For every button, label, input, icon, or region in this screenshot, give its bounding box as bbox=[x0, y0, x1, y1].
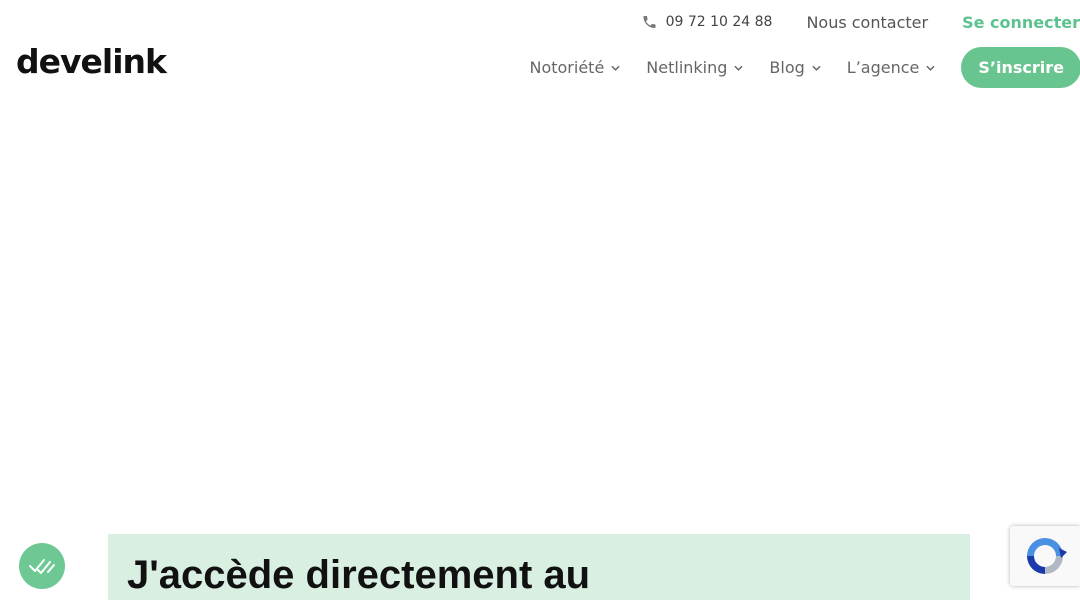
nav-item-blog[interactable]: Blog bbox=[769, 58, 821, 77]
phone-icon bbox=[643, 16, 656, 28]
recaptcha-badge[interactable] bbox=[1010, 526, 1080, 586]
signup-button[interactable]: S’inscrire bbox=[961, 47, 1080, 88]
phone-number: 09 72 10 24 88 bbox=[665, 14, 773, 30]
nav-item-netlinking[interactable]: Netlinking bbox=[646, 58, 744, 77]
hero-title: J'accède directement au bbox=[127, 553, 591, 597]
top-bar: 09 72 10 24 88 Nous contacter Se connect… bbox=[641, 10, 1080, 34]
nav-item-label: Notoriété bbox=[529, 58, 605, 77]
main-nav: Notoriété Netlinking Blog L’agence S’ins… bbox=[529, 47, 1080, 88]
phone-link[interactable]: 09 72 10 24 88 bbox=[641, 14, 773, 30]
hero-section: J'accède directement au bbox=[108, 534, 970, 600]
nav-item-notoriete[interactable]: Notoriété bbox=[529, 58, 620, 77]
chevron-down-icon bbox=[926, 65, 935, 71]
develink-logo[interactable]: develink bbox=[16, 44, 167, 80]
chevron-down-icon bbox=[611, 65, 620, 71]
nav-item-label: Netlinking bbox=[646, 58, 728, 77]
page: 09 72 10 24 88 Nous contacter Se connect… bbox=[0, 0, 1080, 600]
nav-item-label: L’agence bbox=[846, 58, 920, 77]
nav-item-agence[interactable]: L’agence bbox=[847, 58, 936, 77]
floating-badge[interactable] bbox=[19, 543, 65, 589]
chevron-down-icon bbox=[812, 65, 821, 71]
contact-link[interactable]: Nous contacter bbox=[806, 13, 928, 32]
nav-item-label: Blog bbox=[769, 58, 805, 77]
chevron-down-icon bbox=[734, 65, 744, 71]
recaptcha-icon bbox=[1027, 538, 1067, 574]
checkmarks-icon bbox=[29, 559, 55, 574]
login-link[interactable]: Se connecter bbox=[962, 13, 1080, 32]
